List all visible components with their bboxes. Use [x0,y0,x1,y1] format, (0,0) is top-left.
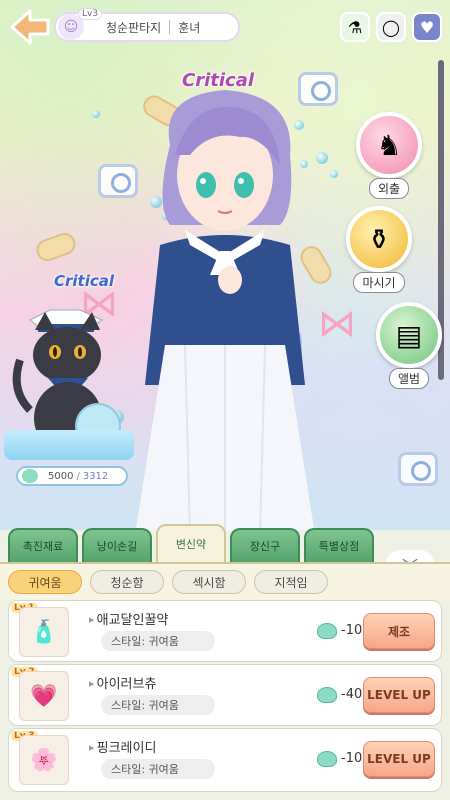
mirror-icon[interactable]: ◯ [376,12,406,42]
tab-transform-potion[interactable]: 변신약 [156,524,226,562]
rocking-horse-icon: ♞ [356,112,422,178]
side-menu-label: 외출 [368,178,410,199]
level-up-button[interactable]: LEVEL UP [363,677,435,713]
tab-promotion-material[interactable]: 촉진재료 [8,528,78,562]
item-style: 스타일: 귀여움 [101,631,215,651]
item-cost: -10 [341,623,363,638]
profile-badge[interactable]: ☺ Lv3 청순판타지 훈녀 [54,8,240,42]
level-up-button[interactable]: LEVEL UP [363,741,435,777]
side-menu-label: 앨범 [388,368,430,389]
item-row: Lv.1 🧴 애교달인꿀약 스타일: 귀여움 -10 제조 [8,600,442,662]
divider [169,20,171,34]
character-name: 청순판타지 [106,20,162,35]
girl-character [135,90,315,530]
gem-icon [317,751,337,767]
filter-intellectual[interactable]: 지적임 [254,570,328,594]
camera-decoration [398,452,438,486]
back-arrow-icon [10,9,50,45]
item-row: Lv.2 💗 아이러브츄 스타일: 귀여움 -40 LEVEL UP [8,664,442,726]
side-menu-drink[interactable]: ⚱ 마시기 [346,206,412,293]
filter-pure[interactable]: 청순함 [90,570,164,594]
pet-stat-current: 5000 [48,470,74,482]
heart-potion-icon: 💗 [19,671,69,721]
potion-bottle-icon: 🧴 [19,607,69,657]
item-name: 애교달인꿀약 [89,609,169,628]
gem-icon [317,623,337,639]
pet-stat-max: 3312 [82,470,109,482]
pet-stat-separator: / [76,470,80,482]
character-tag: 훈녀 [178,20,201,35]
side-menu-album[interactable]: ▤ 앨범 [376,302,442,389]
album-icon: ▤ [376,302,442,368]
item-name: 핑크레이디 [89,737,157,756]
gem-icon [317,687,337,703]
shop-tabs: 촉진재료 낭이손길 변신약 장신구 특별상점 [8,524,378,564]
item-style: 스타일: 귀여움 [101,695,215,715]
potion-shop-icon[interactable]: ⚗ [340,12,370,42]
filter-sexy[interactable]: 섹시함 [172,570,246,594]
wings-icon[interactable]: ♥ [412,12,442,42]
pet-stat-bar: 5000 / 3312 [16,466,128,486]
critical-text: Critical [182,70,255,91]
item-cost: -10 [341,751,363,766]
pet-pedestal [4,430,134,460]
level-badge: Lv3 [78,8,103,20]
filter-cute[interactable]: 귀여움 [8,570,82,594]
bubble [92,110,100,118]
item-row: Lv.3 🌸 핑크레이디 스타일: 귀여움 -10 LEVEL UP [8,728,442,792]
side-menu-outing[interactable]: ♞ 외출 [356,112,422,199]
peanut-decoration [33,229,79,265]
critical-text: Critical [54,272,115,290]
tab-cat-touch[interactable]: 낭이손길 [82,528,152,562]
item-cost: -40 [341,687,363,702]
bubble [330,170,338,178]
back-button[interactable] [8,8,52,46]
ribbon-decoration: ⋈ [318,301,356,345]
tab-special-shop[interactable]: 특별상점 [304,528,374,562]
craft-button[interactable]: 제조 [363,613,435,649]
item-style: 스타일: 귀여움 [101,759,215,779]
tab-accessories[interactable]: 장신구 [230,528,300,562]
pink-potion-icon: 🌸 [19,735,69,785]
flask-icon: ⚱ [346,206,412,272]
gem-icon [22,469,38,483]
item-name: 아이러브츄 [89,673,157,692]
side-menu-label: 마시기 [353,272,405,293]
